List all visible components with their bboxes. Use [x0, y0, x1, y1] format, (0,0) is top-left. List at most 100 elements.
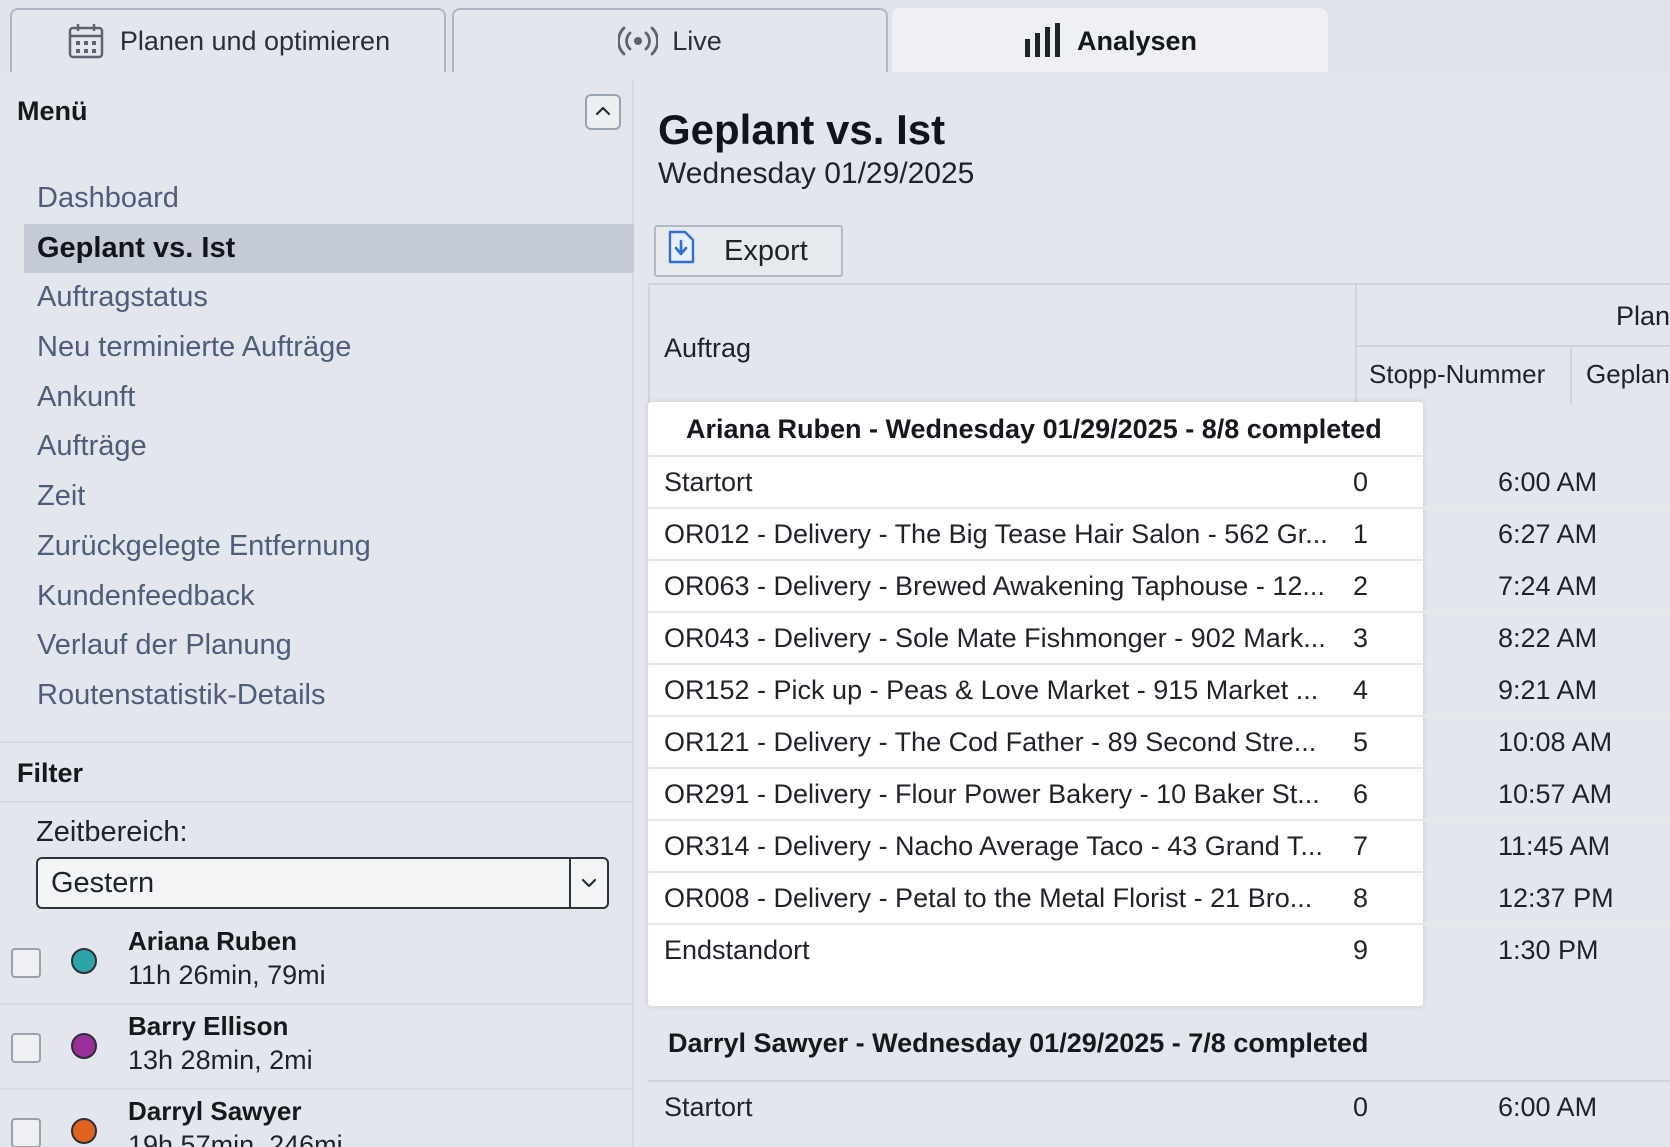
table-row[interactable]: OR043 - Delivery - Sole Mate Fishmonger … [648, 611, 1670, 663]
stop-number-cell: 9 [1353, 935, 1369, 965]
driver-list: Ariana Ruben 11h 26min, 79mi Barry Ellis… [0, 920, 634, 1147]
planned-time-cell: 6:27 AM [1498, 519, 1598, 549]
driver-checkbox[interactable] [11, 1118, 41, 1147]
stop-number-cell: 6 [1353, 779, 1369, 809]
tab-live[interactable]: Live [452, 8, 888, 72]
page-title: Geplant vs. Ist [658, 106, 946, 153]
planned-time-cell: 1:30 PM [1498, 935, 1599, 965]
column-header-geplant[interactable]: Geplant [1572, 347, 1670, 405]
column-header-label: Geplant [1586, 359, 1670, 389]
order-cell: OR314 - Delivery - Nacho Average Taco - … [664, 831, 1323, 861]
planned-time-cell: 12:37 PM [1498, 883, 1614, 913]
sidebar-item-dashboard[interactable]: Dashboard [24, 174, 634, 224]
stop-number-cell: 1 [1353, 519, 1369, 549]
order-cell: Endstandort [664, 935, 810, 965]
driver-item: Darryl Sawyer 19h 57min, 246mi [0, 1090, 634, 1147]
order-cell: Startort [664, 467, 753, 497]
tab-label: Analysen [1076, 25, 1198, 56]
driver-checkbox[interactable] [11, 948, 41, 978]
divider [0, 741, 634, 743]
driver-stats: 13h 28min, 2mi [128, 1045, 313, 1075]
planned-time-cell: 11:45 AM [1498, 831, 1611, 861]
sidebar-item-zurueckgelegte-entfernung[interactable]: Zurückgelegte Entfernung [24, 522, 634, 572]
time-range-label: Zeitbereich: [36, 816, 188, 848]
calendar-icon [66, 21, 106, 61]
driver-checkbox[interactable] [11, 1033, 41, 1063]
driver-name: Barry Ellison [128, 1011, 289, 1041]
table-row[interactable]: Endstandort 9 1:30 PM [648, 923, 1670, 975]
export-file-icon [666, 230, 696, 272]
top-tab-bar: Planen und optimieren Live Analysen [0, 0, 1670, 72]
sidebar-item-auftraege[interactable]: Aufträge [24, 422, 634, 472]
sidebar-item-neu-terminierte-auftraege[interactable]: Neu terminierte Aufträge [24, 323, 634, 373]
route-group-title: Darryl Sawyer - Wednesday 01/29/2025 - 7… [668, 1028, 1369, 1058]
time-range-select[interactable]: Gestern [36, 857, 609, 909]
time-range-value: Gestern [51, 866, 155, 899]
filter-title: Filter [17, 758, 84, 788]
chevron-down-icon[interactable] [569, 859, 607, 907]
sidebar-item-routenstatistik-details[interactable]: Routenstatistik-Details [24, 671, 634, 721]
order-cell: OR063 - Delivery - Brewed Awakening Taph… [664, 571, 1325, 601]
order-cell: OR291 - Delivery - Flour Power Bakery - … [664, 779, 1320, 809]
driver-stats: 11h 26min, 79mi [128, 960, 326, 990]
table-header: Auftrag Plan Stopp-Nummer Geplant [648, 283, 1670, 405]
export-button[interactable]: Export [654, 225, 843, 277]
stop-number-cell: 8 [1353, 883, 1369, 913]
table-row[interactable]: OR063 - Delivery - Brewed Awakening Taph… [648, 559, 1670, 611]
divider [0, 801, 634, 803]
order-cell: OR008 - Delivery - Petal to the Metal Fl… [664, 883, 1313, 913]
driver-name: Ariana Ruben [128, 926, 298, 956]
tab-planen-und-optimieren[interactable]: Planen und optimieren [10, 8, 446, 72]
table-row[interactable]: Startort 0 6:00 AM [648, 1080, 1670, 1132]
sidebar-nav: Dashboard Geplant vs. Ist Auftragstatus … [24, 174, 634, 721]
planned-time-cell: 8:22 AM [1498, 623, 1598, 653]
driver-item: Ariana Ruben 11h 26min, 79mi [0, 920, 634, 1005]
stop-number-cell: 7 [1353, 831, 1369, 861]
column-header-label: Auftrag [664, 333, 752, 363]
table-row[interactable]: OR152 - Pick up - Peas & Love Market - 9… [648, 663, 1670, 715]
route-group-title: Ariana Ruben - Wednesday 01/29/2025 - 8/… [686, 414, 1382, 444]
table-row[interactable]: OR121 - Delivery - The Cod Father - 89 S… [648, 715, 1670, 767]
column-header-auftrag[interactable]: Auftrag [650, 285, 1357, 405]
main-content: Geplant vs. Ist Wednesday 01/29/2025 Exp… [634, 80, 1670, 1147]
bar-chart-icon [1023, 23, 1063, 59]
planned-time-cell: 9:21 AM [1498, 675, 1598, 705]
table-row[interactable]: Startort 0 6:00 AM [648, 455, 1670, 507]
planned-time-cell: 10:57 AM [1498, 779, 1613, 809]
tab-label: Live [672, 25, 722, 56]
column-header-label: Stopp-Nummer [1369, 359, 1546, 389]
broadcast-icon [618, 24, 659, 58]
sidebar-item-kundenfeedback[interactable]: Kundenfeedback [24, 572, 634, 622]
planned-time-cell: 10:08 AM [1498, 727, 1613, 757]
table-row[interactable]: OR314 - Delivery - Nacho Average Taco - … [648, 819, 1670, 871]
tab-label: Planen und optimieren [119, 25, 391, 56]
route-rows: Startort 0 6:00 AM OR012 - Delivery - The … [648, 455, 1670, 975]
driver-name: Darryl Sawyer [128, 1096, 302, 1126]
order-cell: OR012 - Delivery - The Big Tease Hair Sa… [664, 519, 1328, 549]
sidebar-item-verlauf-der-planung[interactable]: Verlauf der Planung [24, 621, 634, 671]
column-header-stopp-nummer[interactable]: Stopp-Nummer [1357, 347, 1572, 405]
stop-number-cell: 0 [1353, 1092, 1369, 1122]
chevron-up-icon [595, 103, 611, 121]
sidebar-item-zeit[interactable]: Zeit [24, 472, 634, 522]
table-row[interactable]: OR008 - Delivery - Petal to the Metal Fl… [648, 871, 1670, 923]
stop-number-cell: 0 [1353, 467, 1369, 497]
sidebar-item-ankunft[interactable]: Ankunft [24, 373, 634, 423]
stop-number-cell: 5 [1353, 727, 1369, 757]
sidebar-item-auftragstatus[interactable]: Auftragstatus [24, 273, 634, 323]
table-row[interactable]: OR291 - Delivery - Flour Power Bakery - … [648, 767, 1670, 819]
collapse-menu-button[interactable] [585, 94, 621, 130]
driver-item: Barry Ellison 13h 28min, 2mi [0, 1005, 634, 1090]
planned-time-cell: 6:00 AM [1498, 1092, 1598, 1122]
driver-color-dot [71, 1033, 97, 1059]
driver-stats: 19h 57min, 246mi [128, 1130, 343, 1147]
column-group-label: Plan [1616, 301, 1670, 331]
table-row[interactable]: OR012 - Delivery - The Big Tease Hair Sa… [648, 507, 1670, 559]
sidebar-item-geplant-vs-ist[interactable]: Geplant vs. Ist [24, 223, 634, 274]
stop-number-cell: 3 [1353, 623, 1369, 653]
order-cell: OR121 - Delivery - The Cod Father - 89 S… [664, 727, 1317, 757]
page-date: Wednesday 01/29/2025 [658, 157, 975, 190]
stop-number-cell: 4 [1353, 675, 1369, 705]
order-cell: OR152 - Pick up - Peas & Love Market - 9… [664, 675, 1319, 705]
tab-analysen[interactable]: Analysen [892, 8, 1328, 72]
